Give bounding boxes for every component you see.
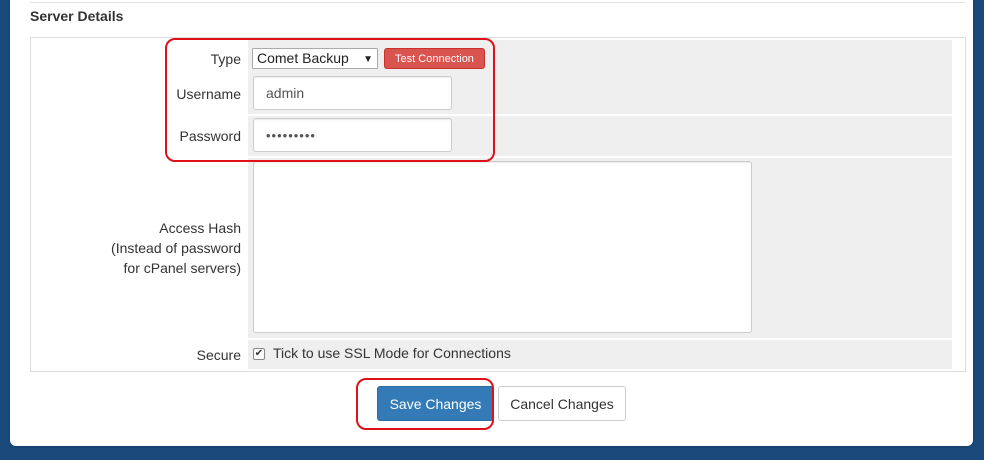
secure-field-cell: ✔ Tick to use SSL Mode for Connections xyxy=(248,340,952,369)
ssl-checkbox-label[interactable]: Tick to use SSL Mode for Connections xyxy=(273,345,511,361)
username-input[interactable]: admin xyxy=(253,76,452,110)
username-field-cell: admin xyxy=(248,74,952,114)
password-label: Password xyxy=(179,128,241,144)
divider xyxy=(30,0,965,3)
server-details-panel: Server Details Type Comet Backup ▼ Test … xyxy=(10,0,973,446)
type-row: Type Comet Backup ▼ Test Connection xyxy=(33,40,963,78)
password-row: Password ••••••••• xyxy=(33,116,963,156)
access-hash-textarea[interactable] xyxy=(253,161,752,333)
password-input[interactable]: ••••••••• xyxy=(253,118,452,152)
cancel-changes-button[interactable]: Cancel Changes xyxy=(498,386,626,421)
checkmark-icon: ✔ xyxy=(254,348,264,359)
access-hash-row: Access Hash (Instead of password for cPa… xyxy=(33,158,963,338)
ssl-checkbox[interactable]: ✔ xyxy=(253,348,265,360)
test-connection-button[interactable]: Test Connection xyxy=(384,48,485,69)
username-row: Username admin xyxy=(33,74,963,114)
access-hash-label-line1: Access Hash xyxy=(159,220,241,236)
type-select-value: Comet Backup xyxy=(257,50,349,66)
type-select[interactable]: Comet Backup ▼ xyxy=(252,48,378,69)
access-hash-field-cell xyxy=(248,158,952,338)
username-label: Username xyxy=(176,86,241,102)
access-hash-label: Access Hash (Instead of password for cPa… xyxy=(33,158,247,338)
caret-down-icon: ▼ xyxy=(363,54,373,65)
password-field-cell: ••••••••• xyxy=(248,116,952,156)
access-hash-label-line2: (Instead of password xyxy=(111,240,241,256)
secure-label: Secure xyxy=(196,346,241,363)
server-form: Type Comet Backup ▼ Test Connection User… xyxy=(30,37,966,372)
type-label: Type xyxy=(210,51,241,67)
save-changes-button[interactable]: Save Changes xyxy=(377,386,494,421)
secure-row: Secure ✔ Tick to use SSL Mode for Connec… xyxy=(33,340,963,369)
section-title: Server Details xyxy=(30,8,124,24)
type-field: Comet Backup ▼ Test Connection xyxy=(248,40,952,78)
access-hash-label-line3: for cPanel servers) xyxy=(123,260,241,276)
